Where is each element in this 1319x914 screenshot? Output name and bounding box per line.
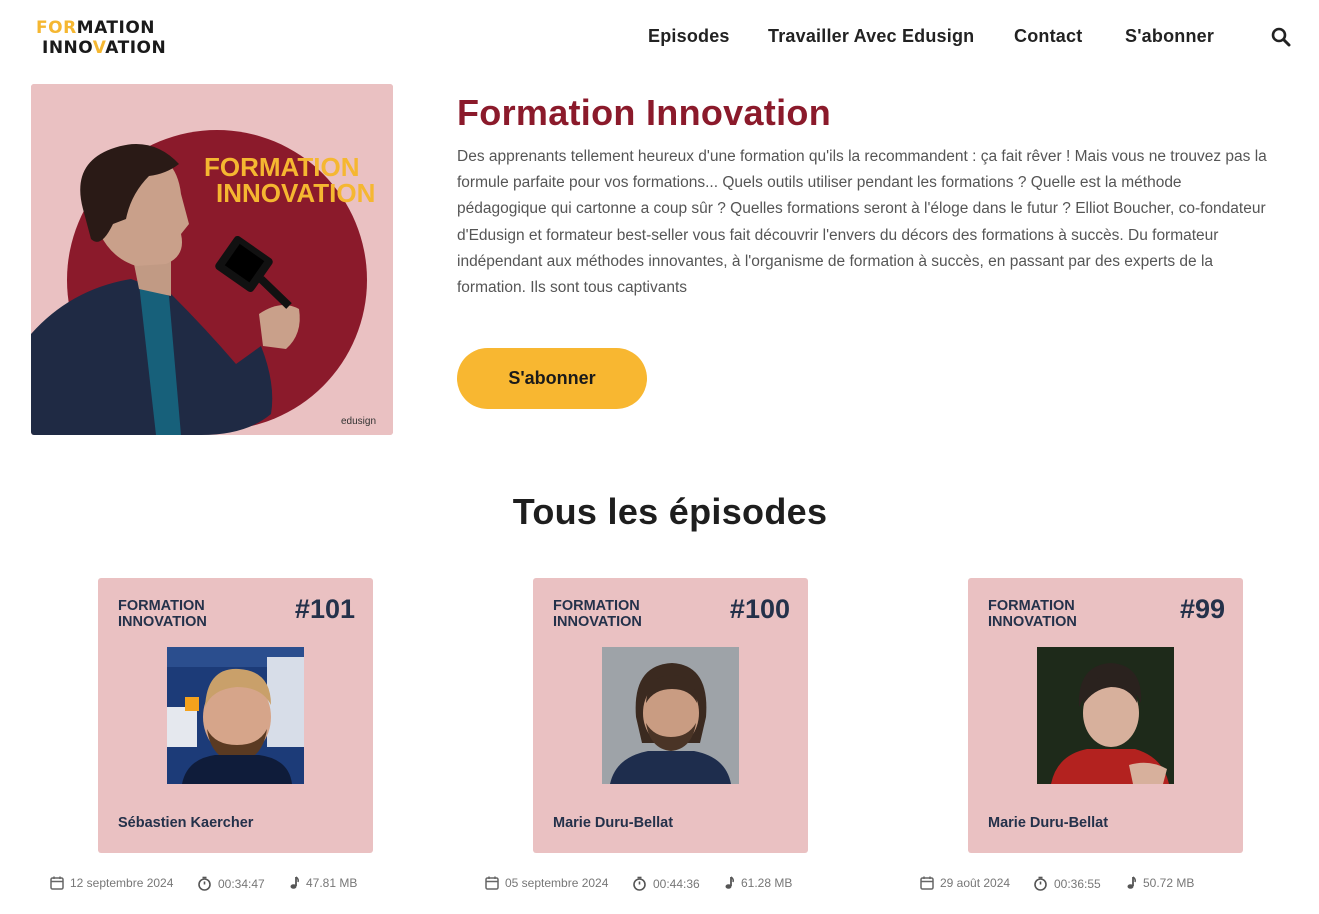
- podcast-cover-image: FORMATION INNOVATION edusign: [31, 84, 393, 435]
- episode-filesize: 50.72 MB: [1125, 876, 1194, 890]
- stopwatch-icon: [1034, 876, 1047, 891]
- episode-brand: FORMATION INNOVATION: [988, 598, 1077, 630]
- episode-brand: FORMATION INNOVATION: [118, 598, 207, 630]
- episode-card[interactable]: FORMATION INNOVATION #101 Sébastien Kaerc…: [98, 578, 373, 853]
- music-note-icon: [725, 876, 734, 889]
- site-logo[interactable]: FORMATION INNOVATION: [36, 18, 176, 60]
- episodes-section-title: Tous les épisodes: [512, 491, 828, 532]
- episode-brand: FORMATION INNOVATION: [553, 598, 642, 630]
- episode-date: 29 août 2024: [920, 876, 1010, 890]
- guest-photo: [602, 647, 739, 784]
- episode-date: 12 septembre 2024: [50, 876, 173, 890]
- guest-photo: [1037, 647, 1174, 784]
- stopwatch-icon: [633, 876, 646, 891]
- search-icon[interactable]: [1271, 27, 1293, 49]
- logo-line-2: INNOVATION: [42, 38, 167, 58]
- guest-name: Marie Duru-Bellat: [553, 815, 674, 831]
- logo-line-1: FORMATION: [36, 18, 156, 38]
- stopwatch-icon: [198, 876, 211, 891]
- episode-filesize: 47.81 MB: [288, 876, 357, 890]
- nav-episodes[interactable]: Episodes: [648, 26, 730, 47]
- music-note-icon: [1127, 876, 1136, 889]
- episode-filesize: 61.28 MB: [723, 876, 792, 890]
- episode-number: #100: [729, 594, 790, 624]
- episode-duration: 00:44:36: [632, 876, 700, 891]
- calendar-icon: [485, 876, 499, 890]
- guest-name: Sébastien Kaercher: [118, 815, 254, 831]
- episode-duration: 00:34:47: [197, 876, 265, 891]
- episode-date: 05 septembre 2024: [485, 876, 608, 890]
- episode-number: #101: [294, 594, 355, 624]
- cover-title-line-2: INNOVATION: [216, 178, 375, 208]
- podcast-title: Formation Innovation: [457, 92, 831, 133]
- calendar-icon: [920, 876, 934, 890]
- cover-brand: edusign: [341, 416, 376, 427]
- episode-card[interactable]: FORMATION INNOVATION #99 Marie Duru-Bella…: [968, 578, 1243, 853]
- guest-photo: [167, 647, 304, 784]
- calendar-icon: [50, 876, 64, 890]
- nav-travailler-avec-edusign[interactable]: Travailler Avec Edusign: [768, 26, 974, 47]
- nav-contact[interactable]: Contact: [1014, 26, 1082, 47]
- episode-duration: 00:36:55: [1033, 876, 1101, 891]
- guest-name: Marie Duru-Bellat: [988, 815, 1109, 831]
- subscribe-button[interactable]: S'abonner: [457, 348, 647, 409]
- episode-number: #99: [1179, 594, 1225, 624]
- episode-card[interactable]: FORMATION INNOVATION #100 Marie Duru-Bell…: [533, 578, 808, 853]
- music-note-icon: [290, 876, 299, 889]
- nav-subscribe[interactable]: S'abonner: [1125, 26, 1214, 47]
- site-header: FORMATION INNOVATION Episodes Travailler…: [0, 0, 1319, 75]
- podcast-description: Des apprenants tellement heureux d'une f…: [457, 148, 1267, 297]
